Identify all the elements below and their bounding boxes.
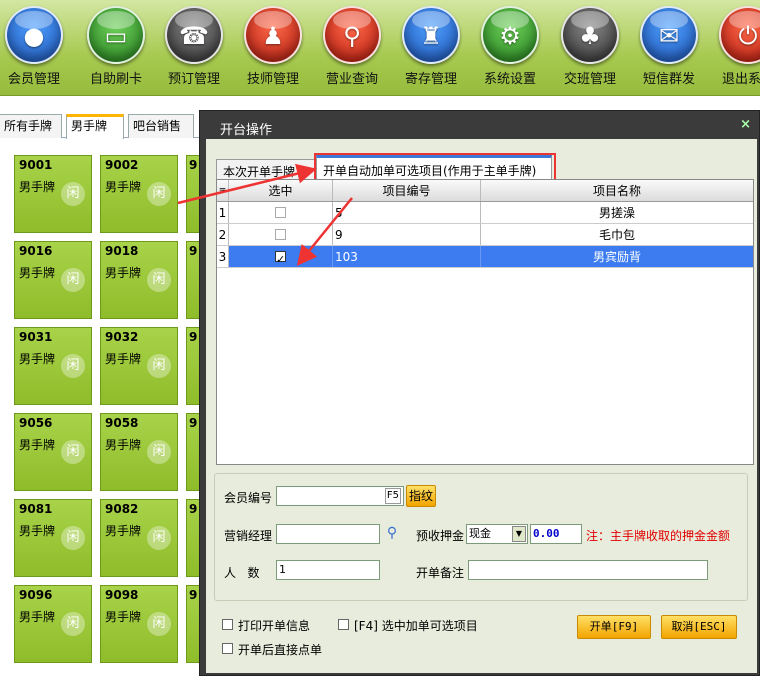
card-tile-partial[interactable]: 9 [186, 413, 200, 491]
idle-icon: 闲 [147, 182, 171, 206]
deposit-amount-input[interactable]: 0.00 [530, 524, 582, 544]
search-icon[interactable]: ⚲ [384, 525, 400, 541]
search-icon: ⚲ [323, 6, 381, 64]
main-toolbar: ● 会员管理 ▭ 自助刷卡 ☎ 预订管理 ♟ 技师管理 ⚲ 营业查询 ♜ 寄存管… [0, 0, 760, 96]
gear-icon: ⚙ [481, 6, 539, 64]
card-tile-partial[interactable]: 9 [186, 155, 200, 233]
idle-icon: 闲 [147, 440, 171, 464]
card-tile[interactable]: 9032 男手牌闲 [100, 327, 178, 405]
open-bill-button[interactable]: 开单[F9] [577, 615, 651, 639]
row-marker-icon: ≡ [217, 180, 229, 201]
row-checkbox[interactable] [275, 207, 286, 218]
direct-order-label: 开单后直接点单 [238, 643, 323, 657]
header-item-name[interactable]: 项目名称 [481, 180, 753, 201]
print-info-label: 打印开单信息 [238, 619, 311, 633]
toolbar-exit-button[interactable]: ⏻ 退出系 [708, 4, 760, 92]
print-info-checkbox[interactable] [222, 619, 233, 630]
idle-icon: 闲 [61, 354, 85, 378]
member-label: 会员编号 [224, 491, 273, 505]
idle-icon: 闲 [147, 612, 171, 636]
idle-icon: 闲 [147, 354, 171, 378]
idle-icon: 闲 [61, 182, 85, 206]
member-icon: ● [5, 6, 63, 64]
message-icon: ✉ [640, 6, 698, 64]
idle-icon: 闲 [61, 526, 85, 550]
row-checkbox[interactable] [275, 229, 286, 240]
toolbar-selfcard-button[interactable]: ▭ 自助刷卡 [76, 4, 156, 92]
idle-icon: 闲 [147, 526, 171, 550]
card-tile[interactable]: 9081 男手牌闲 [14, 499, 92, 577]
toolbar-technician-button[interactable]: ♟ 技师管理 [233, 4, 313, 92]
card-tile[interactable]: 9056 男手牌闲 [14, 413, 92, 491]
toolbar-storage-button[interactable]: ♜ 寄存管理 [391, 4, 471, 92]
direct-order-checkbox[interactable] [222, 643, 233, 654]
tab-all-cards[interactable]: 所有手牌 [0, 114, 62, 138]
technician-icon: ♟ [244, 6, 302, 64]
deposit-label: 预收押金 [416, 529, 465, 543]
remark-label: 开单备注 [416, 566, 465, 580]
people-input[interactable]: 1 [276, 560, 380, 580]
card-tile[interactable]: 9031 男手牌闲 [14, 327, 92, 405]
manager-label: 营销经理 [224, 529, 273, 543]
card-tile[interactable]: 9058 男手牌闲 [100, 413, 178, 491]
card-tile[interactable]: 9082 男手牌闲 [100, 499, 178, 577]
open-table-dialog: 开台操作 × 本次开单手牌 开单自动加单可选项目(作用于主单手牌) ≡ 选中 项… [199, 110, 760, 676]
table-row-selected[interactable]: 3 103 男宾励背 [217, 246, 753, 271]
member-key-hint: F5 [384, 488, 401, 504]
select-items-checkbox[interactable] [338, 619, 349, 630]
idle-icon: 闲 [61, 612, 85, 636]
row-checkbox-checked[interactable] [275, 249, 286, 271]
bag-icon: ♜ [402, 6, 460, 64]
card-tile-partial[interactable]: 9 [186, 327, 200, 405]
people-label: 人 数 [224, 566, 260, 580]
phone-icon: ☎ [165, 6, 223, 64]
items-table: ≡ 选中 项目编号 项目名称 1 5 男搓澡 2 9 毛巾包 3 ✓ 103 男… [216, 179, 754, 465]
card-tile[interactable]: 9002 男手牌闲 [100, 155, 178, 233]
toolbar-settings-button[interactable]: ⚙ 系统设置 [470, 4, 550, 92]
card-tile[interactable]: 9016 男手牌闲 [14, 241, 92, 319]
table-row[interactable]: 1 5 男搓澡 [217, 202, 753, 224]
tab-bar-sales[interactable]: 吧台销售 [128, 114, 194, 138]
card-tile-partial[interactable]: 9 [186, 585, 200, 663]
card-tile-partial[interactable]: 9 [186, 241, 200, 319]
select-items-label: [F4] 选中加单可选项目 [354, 619, 478, 633]
card-icon: ▭ [87, 6, 145, 64]
toolbar-booking-button[interactable]: ☎ 预订管理 [154, 4, 234, 92]
items-panel: 本次开单手牌 开单自动加单可选项目(作用于主单手牌) ≡ 选中 项目编号 项目名… [214, 153, 758, 467]
idle-icon: 闲 [61, 268, 85, 292]
card-tile[interactable]: 9001 男手牌闲 [14, 155, 92, 233]
remark-input[interactable] [468, 560, 708, 580]
card-tile[interactable]: 9018 男手牌闲 [100, 241, 178, 319]
dialog-body: 本次开单手牌 开单自动加单可选项目(作用于主单手牌) ≡ 选中 项目编号 项目名… [206, 139, 757, 673]
toolbar-sms-button[interactable]: ✉ 短信群发 [629, 4, 709, 92]
toolbar-shift-button[interactable]: ♣ 交班管理 [550, 4, 630, 92]
member-input[interactable]: F5 [276, 486, 404, 506]
header-item-code[interactable]: 项目编号 [333, 180, 481, 201]
toolbar-query-button[interactable]: ⚲ 营业查询 [312, 4, 392, 92]
idle-icon: 闲 [147, 268, 171, 292]
table-header: ≡ 选中 项目编号 项目名称 [217, 180, 753, 202]
power-icon: ⏻ [719, 6, 760, 64]
idle-icon: 闲 [61, 440, 85, 464]
toolbar-member-button[interactable]: ● 会员管理 [0, 4, 74, 92]
cancel-button[interactable]: 取消[ESC] [661, 615, 737, 639]
card-tile[interactable]: 9098 男手牌闲 [100, 585, 178, 663]
header-selected[interactable]: 选中 [229, 180, 333, 201]
dialog-title: 开台操作 [220, 123, 273, 138]
close-icon[interactable]: × [740, 117, 751, 132]
deposit-type-select[interactable]: 现金 ▼ [466, 524, 528, 544]
manager-input[interactable] [276, 524, 380, 544]
chevron-down-icon[interactable]: ▼ [512, 526, 526, 542]
table-row[interactable]: 2 9 毛巾包 [217, 224, 753, 246]
fingerprint-button[interactable]: 指纹 [406, 485, 436, 507]
tab-male-cards[interactable]: 男手牌 [66, 114, 124, 139]
card-tile[interactable]: 9096 男手牌闲 [14, 585, 92, 663]
deposit-note: 注：主手牌收取的押金金额 [586, 529, 731, 543]
card-tile-partial[interactable]: 9 [186, 499, 200, 577]
shift-icon: ♣ [561, 6, 619, 64]
